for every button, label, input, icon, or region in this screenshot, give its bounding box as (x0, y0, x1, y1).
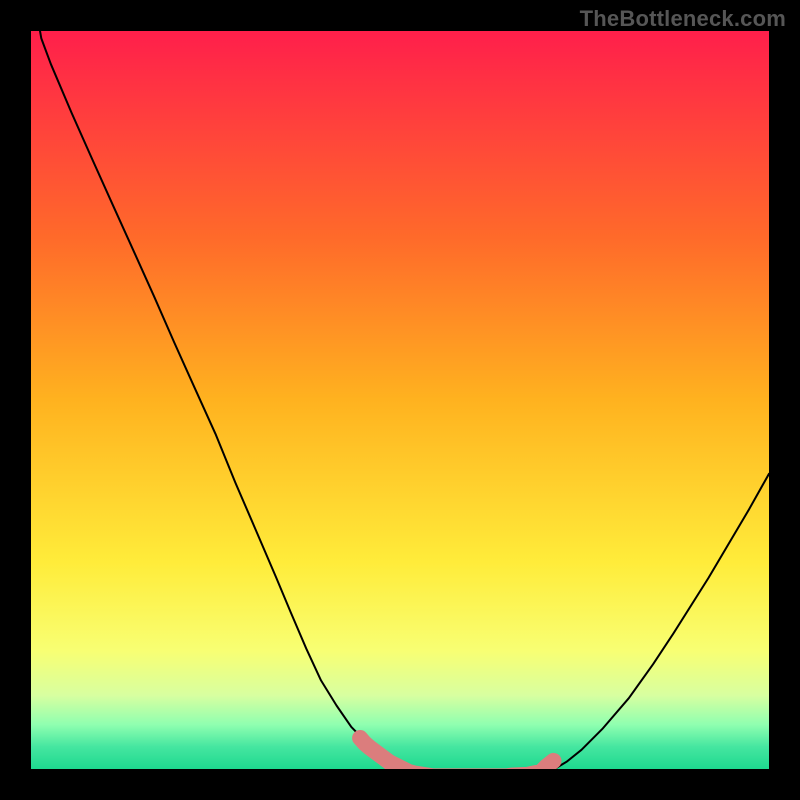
plot-area (31, 31, 769, 769)
watermark-text: TheBottleneck.com (580, 6, 786, 32)
outer-frame: TheBottleneck.com (0, 0, 800, 800)
background-gradient (31, 31, 769, 769)
